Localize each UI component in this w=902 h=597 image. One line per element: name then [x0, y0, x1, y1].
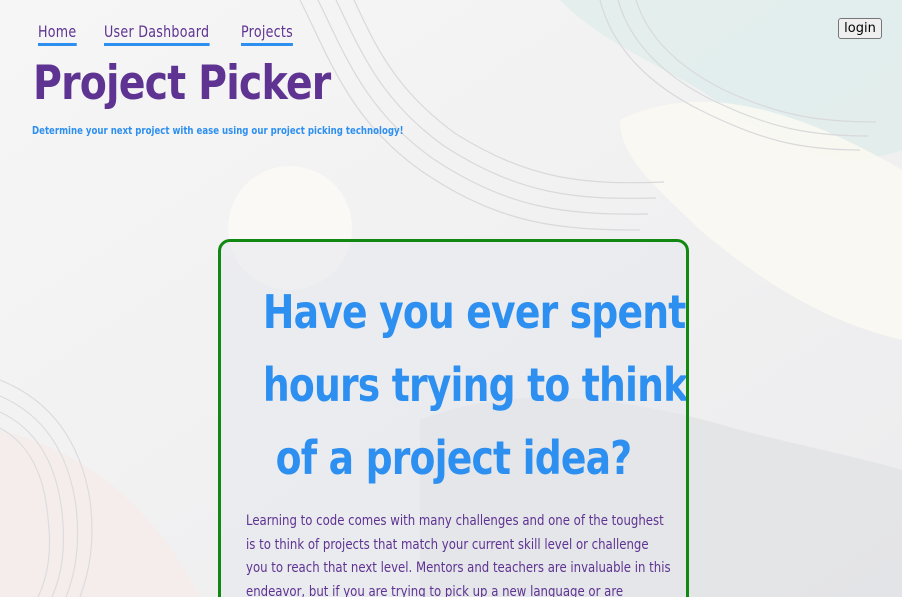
intro-paragraph-line: is to think of projects that match your … [246, 536, 649, 553]
intro-paragraph-line: endeavor, but if you are trying to pick … [246, 583, 624, 597]
nav-link-home[interactable]: Home [38, 22, 77, 46]
intro-card: Have you ever spent hours trying to thin… [218, 239, 689, 597]
nav-link-projects[interactable]: Projects [241, 22, 294, 46]
main-nav: Home User Dashboard Projects [38, 22, 328, 46]
intro-paragraph-line: you to reach that next level. Mentors an… [246, 560, 671, 576]
intro-heading: Have you ever spent hours trying to thin… [221, 276, 686, 495]
intro-paragraph-line: Learning to code comes with many challen… [246, 513, 664, 529]
intro-heading-line: of a project idea? [275, 431, 633, 485]
login-button[interactable]: login [838, 18, 882, 39]
nav-link-user-dashboard[interactable]: User Dashboard [103, 22, 210, 46]
intro-heading-line: hours trying to think [262, 358, 688, 412]
intro-heading-line: Have you ever spent [262, 285, 686, 339]
site-title: Project Picker [33, 56, 331, 111]
intro-paragraph: Learning to code comes with many challen… [246, 510, 671, 597]
site-tagline: Determine your next project with ease us… [32, 124, 404, 137]
